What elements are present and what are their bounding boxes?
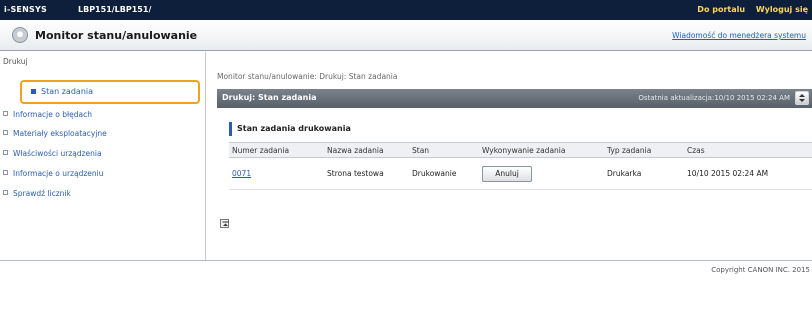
copyright-text: Copyright CANON INC. 2015 bbox=[711, 266, 810, 274]
section-title: Drukuj: Stan zadania bbox=[222, 93, 317, 102]
jobs-panel-title: Stan zadania drukowania bbox=[229, 122, 351, 136]
page-title: Monitor stanu/anulowanie bbox=[35, 29, 198, 42]
square-bullet-icon bbox=[3, 130, 8, 135]
square-bullet-icon bbox=[3, 190, 8, 195]
sidebar-item-label: Sprawdź licznik bbox=[13, 189, 71, 198]
table-row: 0071 Strona testowa Drukowanie Anuluj Dr… bbox=[229, 157, 812, 190]
sidebar-item-label: Materiały eksploatacyjne bbox=[13, 129, 107, 138]
refresh-button[interactable] bbox=[795, 91, 809, 105]
logout-link[interactable]: Wyloguj się bbox=[756, 5, 808, 14]
column-header: Stan bbox=[409, 142, 479, 158]
job-time-cell: 10/10 2015 02:24 AM bbox=[684, 157, 812, 190]
column-header: Czas bbox=[684, 142, 812, 158]
sidebar-item-error-info[interactable]: Informacje o błędach bbox=[3, 110, 92, 122]
message-to-manager-link[interactable]: Wiadomość do menedżera systemu bbox=[672, 31, 806, 40]
column-header: Typ zadania bbox=[604, 142, 684, 158]
page-header: Monitor stanu/anulowanie Wiadomość do me… bbox=[0, 20, 812, 51]
top-links: Do portalu Wyloguj się bbox=[689, 5, 808, 14]
job-number-link[interactable]: 0071 bbox=[232, 169, 251, 178]
main-content: Monitor stanu/anulowanie: Drukuj: Stan z… bbox=[207, 52, 812, 260]
jobs-table: Numer zadania Nazwa zadania Stan Wykonyw… bbox=[229, 142, 812, 190]
square-bullet-icon bbox=[3, 111, 8, 116]
footer-divider bbox=[0, 260, 812, 261]
monitor-icon bbox=[12, 27, 28, 43]
square-bullet-icon bbox=[3, 150, 8, 155]
sidebar: Drukuj Stan zadania Informacje o błędach… bbox=[0, 52, 206, 260]
brand-label: i-SENSYS bbox=[4, 5, 47, 14]
job-number-cell: 0071 bbox=[229, 157, 324, 190]
sidebar-item-device-features[interactable]: Właściwości urządzenia bbox=[3, 149, 102, 161]
column-header: Numer zadania bbox=[229, 142, 324, 158]
job-type-cell: Drukarka bbox=[604, 157, 684, 190]
sidebar-item-label: Stan zadania bbox=[41, 87, 94, 96]
sidebar-section-title: Drukuj bbox=[3, 57, 28, 66]
top-bar: i-SENSYS LBP151/LBP151/ Do portalu Wylog… bbox=[0, 0, 812, 20]
square-bullet-icon bbox=[3, 170, 8, 175]
column-header: Wykonywanie zadania bbox=[479, 142, 604, 158]
model-label: LBP151/LBP151/ bbox=[78, 5, 152, 14]
portal-link[interactable]: Do portalu bbox=[697, 5, 745, 14]
arrow-up-icon bbox=[222, 221, 229, 226]
sidebar-item-device-info[interactable]: Informacje o urządzeniu bbox=[3, 169, 104, 181]
sidebar-item-check-counter[interactable]: Sprawdź licznik bbox=[3, 189, 71, 201]
job-status-cell: Drukowanie bbox=[409, 157, 479, 190]
sidebar-item-label: Właściwości urządzenia bbox=[13, 149, 102, 158]
job-name-cell: Strona testowa bbox=[324, 157, 409, 190]
job-action-cell: Anuluj bbox=[479, 157, 604, 190]
column-header: Nazwa zadania bbox=[324, 142, 409, 158]
sidebar-item-job-status[interactable]: Stan zadania bbox=[20, 80, 200, 104]
last-updated-text: Ostatnia aktualizacja:10/10 2015 02:24 A… bbox=[638, 94, 790, 102]
sidebar-item-consumables[interactable]: Materiały eksploatacyjne bbox=[3, 129, 107, 141]
sidebar-item-label: Informacje o urządzeniu bbox=[13, 169, 104, 178]
sidebar-item-label: Informacje o błędach bbox=[13, 110, 92, 119]
cancel-button[interactable]: Anuluj bbox=[482, 165, 532, 182]
table-header-row: Numer zadania Nazwa zadania Stan Wykonyw… bbox=[229, 142, 812, 158]
refresh-icon bbox=[799, 94, 805, 102]
breadcrumb: Monitor stanu/anulowanie: Drukuj: Stan z… bbox=[217, 72, 398, 81]
bullet-icon bbox=[31, 89, 36, 94]
section-header-bar: Drukuj: Stan zadania Ostatnia aktualizac… bbox=[217, 89, 812, 108]
scroll-to-top-button[interactable] bbox=[220, 219, 229, 228]
print-jobs-panel: Stan zadania drukowania Numer zadania Na… bbox=[229, 122, 812, 197]
